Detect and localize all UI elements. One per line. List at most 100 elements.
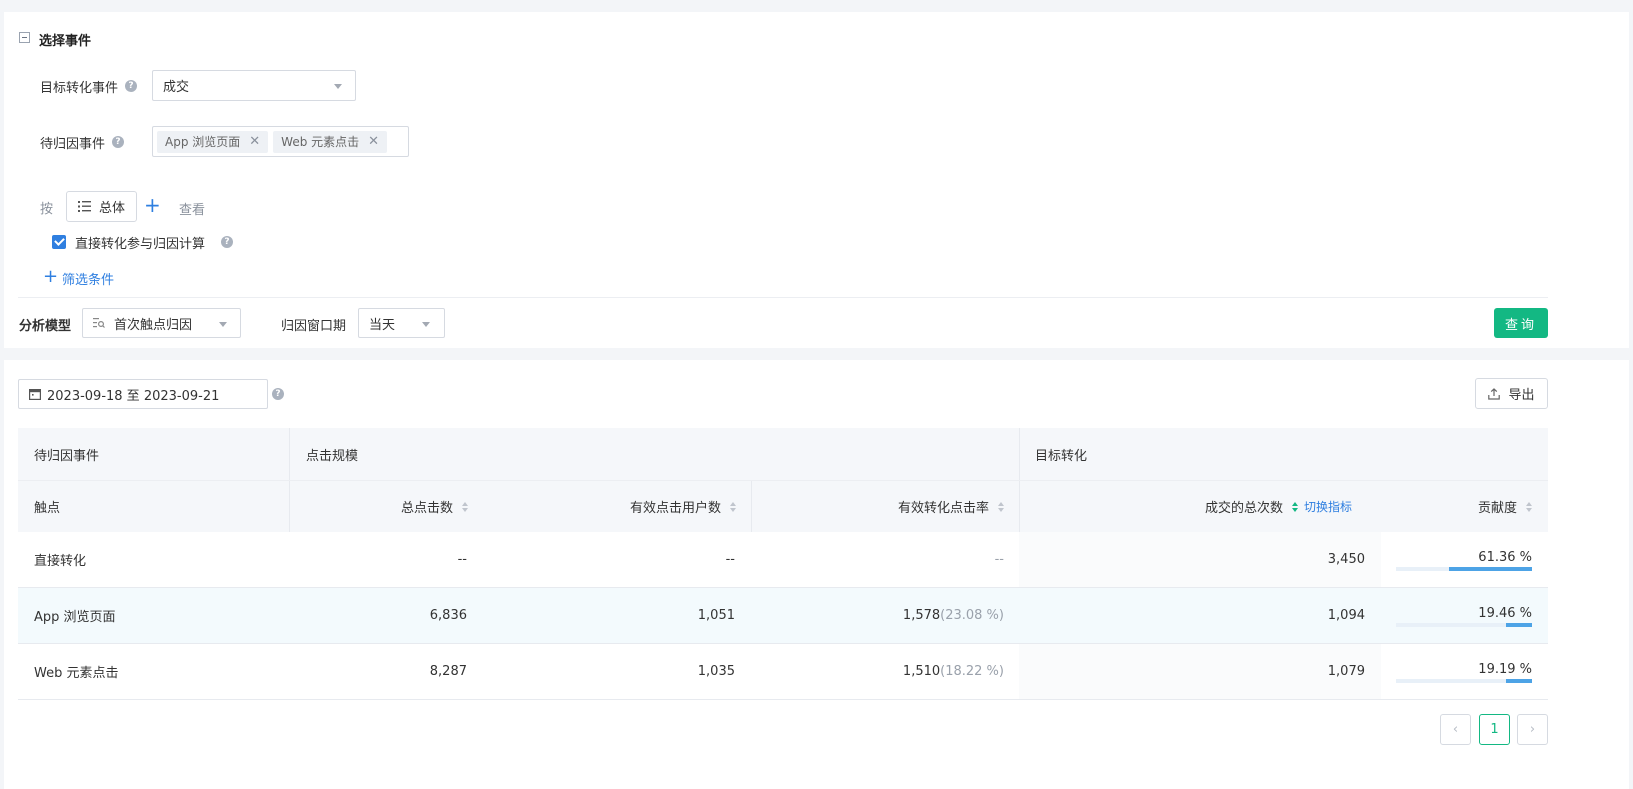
- export-label: 导出: [1508, 388, 1535, 403]
- help-icon[interactable]: ?: [125, 80, 137, 92]
- col-touchpoint: 触点: [34, 501, 61, 516]
- view-label: 查看: [179, 203, 206, 218]
- table-row[interactable]: 直接转化 -- -- -- 3,450 61.36 %: [18, 532, 1548, 588]
- valid-rate-count: 1,510: [902, 664, 941, 679]
- cell-valid-rate: 1,510 (18.22 %): [758, 644, 1004, 699]
- prev-page-button[interactable]: ‹: [1440, 714, 1471, 745]
- valid-rate-percent: (18.22 %): [940, 664, 1004, 679]
- top-strip: [0, 0, 1633, 12]
- add-group-icon[interactable]: +: [144, 193, 161, 217]
- sort-icon[interactable]: [998, 501, 1004, 512]
- cell-deal-count: 1,079: [1327, 664, 1365, 679]
- cell-valid-rate: --: [994, 552, 1004, 567]
- event-tag: Web 元素点击 ✕: [273, 130, 388, 153]
- by-label: 按: [40, 202, 54, 217]
- query-button[interactable]: 查询: [1494, 308, 1548, 338]
- table-row[interactable]: App 浏览页面 6,836 1,051 1,578 (23.08 %) 1,09…: [18, 588, 1548, 644]
- help-icon[interactable]: ?: [112, 136, 124, 148]
- chevron-down-icon: [334, 84, 342, 89]
- window-value: 当天: [369, 317, 396, 333]
- contribution-value: 19.19 %: [1478, 662, 1532, 677]
- cell-total-clicks: 6,836: [429, 608, 467, 623]
- col-valid-users-label: 有效点击用户数: [629, 501, 721, 516]
- event-tag-label: App 浏览页面: [165, 135, 241, 149]
- date-range-picker[interactable]: 2023-09-18 至 2023-09-21: [18, 379, 268, 409]
- contribution-bar: [1396, 679, 1532, 683]
- event-tag: App 浏览页面 ✕: [157, 130, 269, 153]
- window-label: 归因窗口期: [281, 319, 347, 334]
- divider: [751, 481, 752, 532]
- contribution-bar-fill: [1505, 623, 1532, 627]
- contribution-value: 61.36 %: [1478, 550, 1532, 565]
- cell-total-clicks: --: [457, 552, 467, 567]
- collapse-icon[interactable]: [19, 32, 30, 43]
- attr-events-multiselect[interactable]: App 浏览页面 ✕ Web 元素点击 ✕: [152, 126, 409, 157]
- calendar-icon: [29, 389, 41, 400]
- col-total-clicks-label: 总点击数: [400, 501, 453, 516]
- upload-icon: [1488, 387, 1501, 400]
- export-button[interactable]: 导出: [1475, 378, 1548, 409]
- divider: [289, 481, 290, 532]
- col-valid-users[interactable]: 有效点击用户数: [488, 481, 736, 532]
- valid-rate-percent: (23.08 %): [940, 608, 1004, 623]
- cell-valid-users: --: [725, 552, 735, 567]
- chevron-down-icon: [219, 322, 227, 327]
- add-filter-link[interactable]: 筛选条件: [62, 269, 114, 288]
- model-select[interactable]: 首次触点归因: [82, 308, 241, 338]
- group-header-click-scale: 点击规模: [306, 448, 359, 464]
- table-row[interactable]: Web 元素点击 8,287 1,035 1,510 (18.22 %) 1,07…: [18, 644, 1548, 700]
- close-icon[interactable]: ✕: [368, 134, 379, 149]
- target-event-label: 目标转化事件: [40, 81, 119, 96]
- event-tag-label: Web 元素点击: [281, 135, 360, 149]
- date-range-value: 2023-09-18 至 2023-09-21: [47, 388, 220, 404]
- sort-icon[interactable]: [462, 501, 468, 512]
- switch-metric-link[interactable]: 切换指标: [1304, 498, 1352, 515]
- group-by-value: 总体: [98, 201, 125, 216]
- divider: [18, 297, 1548, 298]
- sort-icon[interactable]: [1291, 501, 1298, 512]
- sort-icon[interactable]: [1526, 501, 1532, 512]
- col-contribution[interactable]: 贡献度: [1388, 481, 1532, 532]
- next-page-button[interactable]: ›: [1517, 714, 1548, 745]
- col-valid-rate[interactable]: 有效转化点击率: [758, 481, 1004, 532]
- plus-icon[interactable]: +: [43, 266, 58, 288]
- cell-deal-count: 3,450: [1327, 552, 1365, 567]
- help-icon[interactable]: ?: [221, 236, 233, 248]
- col-total-clicks[interactable]: 总点击数: [298, 481, 468, 532]
- cell-contribution: 19.46 %: [1380, 588, 1548, 643]
- cell-touchpoint: App 浏览页面: [34, 610, 116, 625]
- target-event-select[interactable]: 成交: [152, 70, 356, 101]
- col-deal-count[interactable]: 成交的总次数 切换指标: [1028, 481, 1352, 532]
- close-icon[interactable]: ✕: [249, 134, 260, 149]
- group-by-button[interactable]: 总体: [66, 191, 137, 222]
- contribution-bar-fill: [1505, 679, 1532, 683]
- cell-valid-rate: 1,578 (23.08 %): [758, 588, 1004, 643]
- contribution-value: 19.46 %: [1478, 606, 1532, 621]
- cell-deal-count: 1,094: [1327, 608, 1365, 623]
- contribution-bar: [1396, 623, 1532, 627]
- chevron-down-icon: [422, 322, 430, 327]
- divider: [1019, 481, 1020, 532]
- model-value: 首次触点归因: [114, 317, 193, 333]
- section-title: 选择事件: [39, 34, 92, 49]
- table-column-header: 触点 总点击数 有效点击用户数 有效转化点击率 成交的总次数 切换指标 贡献度: [18, 480, 1548, 532]
- contribution-bar-fill: [1448, 567, 1532, 571]
- model-icon: [93, 318, 105, 328]
- model-label: 分析模型: [19, 319, 72, 334]
- help-icon[interactable]: ?: [272, 388, 284, 400]
- table-group-header: 待归因事件 点击规模 目标转化: [18, 428, 1548, 480]
- window-select[interactable]: 当天: [358, 308, 445, 338]
- attr-events-label: 待归因事件: [40, 137, 106, 152]
- cell-valid-users: 1,035: [697, 664, 735, 679]
- target-event-value: 成交: [163, 80, 190, 95]
- valid-rate-count: 1,578: [902, 608, 941, 623]
- col-deal-count-label: 成交的总次数: [1204, 501, 1283, 516]
- cell-total-clicks: 8,287: [429, 664, 467, 679]
- divider: [1019, 428, 1020, 480]
- col-contribution-label: 贡献度: [1477, 501, 1517, 516]
- list-icon: [77, 201, 91, 212]
- page-number-button[interactable]: 1: [1479, 714, 1510, 745]
- cell-contribution: 61.36 %: [1380, 532, 1548, 587]
- direct-conversion-checkbox[interactable]: [52, 235, 66, 249]
- sort-icon[interactable]: [730, 501, 736, 512]
